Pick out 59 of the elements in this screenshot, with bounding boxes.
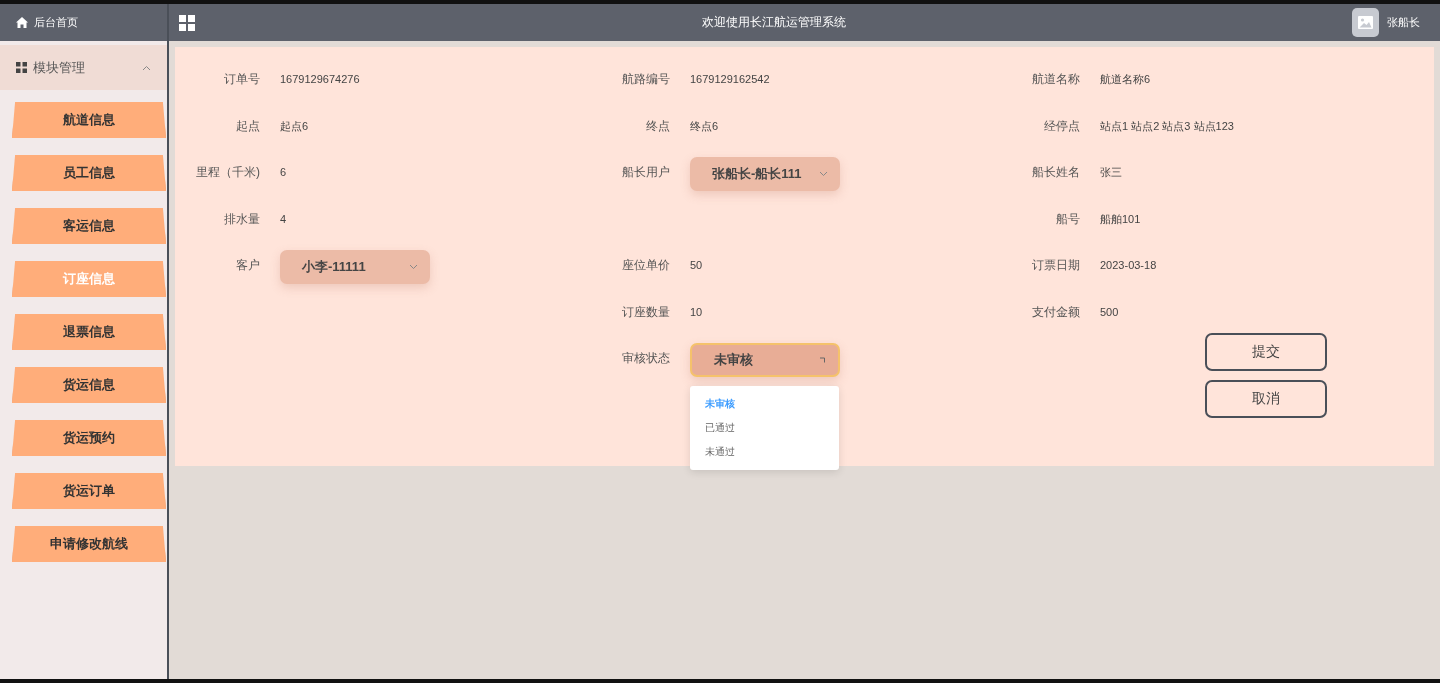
home-icon [16,17,28,28]
chevron-icon [142,64,151,71]
sidebar-item[interactable]: 货运预约 [12,420,166,456]
field-label: 船长用户 [621,164,670,181]
field-value: 1679129162542 [690,72,770,87]
field-value: 站点1 站点2 站点3 站点123 [1100,118,1234,134]
field-label: 订票日期 [1031,257,1080,274]
sidebar-item[interactable]: 货运订单 [12,473,166,509]
field-value: 船舶101 [1100,211,1141,227]
field-label: 审核状态 [621,350,670,367]
field-value: 航道名称6 [1100,72,1151,87]
field-label: 船长姓名 [1031,164,1080,181]
field-label: 座位单价 [621,257,670,274]
form-button[interactable]: 提交 [1205,333,1327,371]
chevron-icon [819,171,828,177]
sidebar-item[interactable]: 员工信息 [12,155,166,191]
grid-menu-icon[interactable] [179,14,195,31]
dropdown-option[interactable]: 未通过 [690,440,839,464]
sidebar-item[interactable]: 退票信息 [12,314,166,350]
menu-group-title: 模块管理 [33,58,86,77]
select-field[interactable]: 未审核 [690,343,840,377]
image-icon [1358,16,1373,29]
avatar-placeholder[interactable] [1352,8,1379,37]
field-value: 50 [690,258,703,273]
sidebar-item[interactable]: 客运信息 [12,208,166,244]
menu-group-header[interactable]: 模块管理 [0,45,167,90]
form-button[interactable]: 取消 [1205,380,1327,418]
sidebar-item[interactable]: 货运信息 [12,367,166,403]
field-label: 里程（千米) [195,164,260,181]
field-label: 支付金额 [1031,303,1080,321]
grid-icon [16,62,27,73]
field-value: 4 [280,211,287,227]
select-field[interactable]: 张船长-船长111 [690,157,840,191]
sidebar-item[interactable]: 航道信息 [12,102,166,138]
field-value: 2023-03-18 [1100,258,1157,273]
field-label: 船号 [1055,210,1080,228]
field-value: 6 [280,165,287,180]
field-value: 1679129674276 [280,72,360,87]
field-label: 航道名称 [1031,71,1080,88]
select-field[interactable]: 小李-11111 [280,250,430,284]
home-link[interactable]: 后台首页 [34,15,78,30]
sidebar-item[interactable]: 申请修改航线 [12,526,166,562]
user-name[interactable]: 张船长 [1387,15,1420,30]
dropdown-option[interactable]: 已通过 [690,416,839,440]
field-value: 终点6 [690,118,719,134]
field-label: 起点 [235,117,260,135]
field-label: 订座数量 [621,303,670,321]
field-label: 经停点 [1043,117,1080,135]
field-label: 客户 [235,257,260,274]
field-label: 航路编号 [621,71,670,88]
chevron-icon [409,264,418,270]
app-title: 欢迎使用长江航运管理系统 [700,14,847,31]
field-value: 500 [1100,304,1119,320]
field-value: 起点6 [280,118,309,134]
field-value: 10 [690,304,703,320]
field-label: 终点 [645,117,670,135]
field-value: 张三 [1100,165,1122,180]
field-label: 排水量 [223,210,260,228]
field-label: 订单号 [223,71,260,88]
